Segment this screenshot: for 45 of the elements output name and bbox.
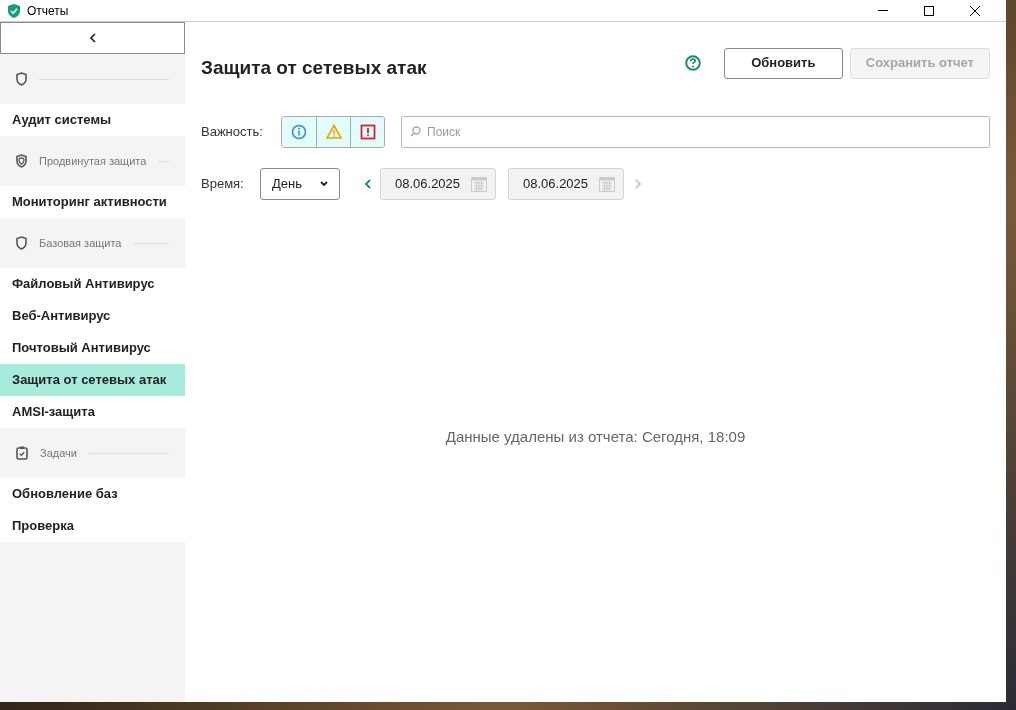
chevron-down-icon xyxy=(320,181,328,187)
date-field[interactable]: 08.06.2025 xyxy=(508,168,624,200)
search-icon xyxy=(410,126,421,137)
page-title: Защита от сетевых атак xyxy=(201,55,427,80)
collapse-button[interactable] xyxy=(0,22,185,54)
minimize-icon xyxy=(878,10,888,11)
shield-check-icon xyxy=(8,3,20,18)
shield-icon xyxy=(16,154,27,168)
shield-icon xyxy=(16,236,27,250)
shield-icon xyxy=(16,72,27,86)
sidebar-item[interactable]: Аудит системы xyxy=(0,104,185,136)
period-dropdown[interactable]: День xyxy=(260,168,340,200)
sidebar-item[interactable]: Защита от сетевых атак xyxy=(0,364,185,396)
warning-icon xyxy=(325,124,342,140)
time-label: Время: xyxy=(201,175,245,194)
clipboard-check-icon xyxy=(16,446,28,460)
chevron-left-icon xyxy=(365,179,371,189)
severity-toggle[interactable] xyxy=(316,117,350,147)
section-label: Продвинутая защита xyxy=(39,153,147,169)
refresh-button[interactable]: Обновить xyxy=(723,47,843,79)
window-title: Отчеты xyxy=(27,2,69,20)
status-message: Данные удалены из отчета: Сегодня, 18:09 xyxy=(445,426,746,447)
severity-toggle[interactable] xyxy=(350,117,384,147)
sidebar-item[interactable]: Почтовый Антивирус xyxy=(0,332,185,364)
info-icon xyxy=(291,124,307,140)
sidebar-item[interactable]: Файловый Антивирус xyxy=(0,268,185,300)
help-icon[interactable] xyxy=(684,55,701,71)
sidebar-item[interactable]: Проверка xyxy=(0,510,185,542)
search-field[interactable]: Поиск xyxy=(401,116,990,148)
calendar-icon xyxy=(599,176,615,192)
close-icon xyxy=(970,5,980,16)
severity-toggle[interactable] xyxy=(282,117,316,147)
section-label: Задачи xyxy=(40,445,77,461)
severity-label: Важность: xyxy=(201,123,264,142)
error-icon xyxy=(359,124,376,140)
chevron-left-icon xyxy=(89,33,96,43)
section-label: Базовая защита xyxy=(39,235,122,251)
chevron-right-icon xyxy=(635,179,641,189)
maximize-icon xyxy=(924,5,934,16)
date-field[interactable]: 08.06.2025 xyxy=(380,168,496,200)
sidebar-item[interactable]: Мониторинг активности xyxy=(0,186,185,218)
sidebar-item[interactable]: AMSI-защита xyxy=(0,396,185,428)
calendar-icon xyxy=(471,176,487,192)
sidebar-item[interactable]: Обновление баз xyxy=(0,478,185,510)
sidebar-item[interactable]: Веб-Антивирус xyxy=(0,300,185,332)
